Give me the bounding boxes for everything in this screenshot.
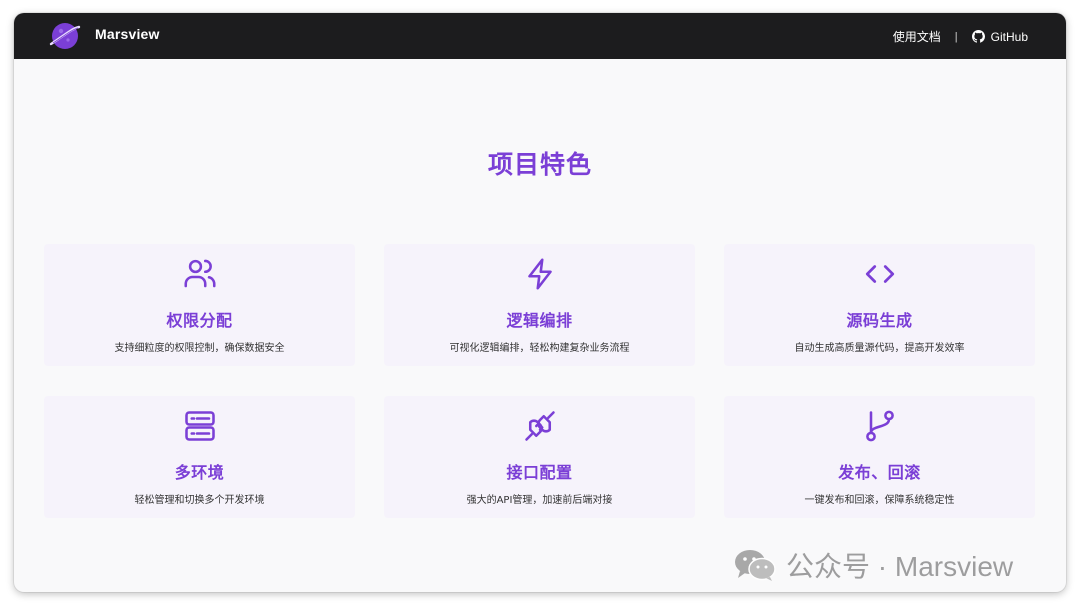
feature-desc: 一键发布和回滚，保障系统稳定性 (804, 495, 955, 506)
top-navbar: Marsview 使用文档 | GitHub (14, 13, 1066, 59)
feature-title: 源码生成 (846, 311, 913, 330)
feature-card-permissions[interactable]: 权限分配 支持细粒度的权限控制，确保数据安全 (44, 244, 355, 366)
feature-title: 发布、回滚 (838, 463, 921, 482)
brand-name[interactable]: Marsview (95, 26, 160, 42)
planet-logo-icon[interactable] (48, 20, 82, 52)
nav-links: 使用文档 | GitHub (893, 28, 1028, 45)
section-title: 项目特色 (487, 150, 592, 179)
github-icon (971, 30, 985, 43)
feature-card-api[interactable]: 接口配置 强大的API管理，加速前后端对接 (384, 396, 695, 518)
git-branch-icon (866, 410, 894, 442)
feature-desc: 可视化逻辑编排，轻松构建复杂业务流程 (449, 343, 630, 354)
feature-card-release[interactable]: 发布、回滚 一键发布和回滚，保障系统稳定性 (724, 396, 1035, 518)
lightning-icon (528, 258, 552, 290)
docs-link[interactable]: 使用文档 (893, 28, 941, 45)
wechat-icon (735, 550, 776, 581)
browser-window: Marsview 使用文档 | GitHub 项目特色 权限分配 支持细粒度的权… (14, 13, 1066, 592)
github-link-label: GitHub (990, 29, 1028, 44)
feature-card-environments[interactable]: 多环境 轻松管理和切换多个开发环境 (44, 396, 355, 518)
feature-title: 逻辑编排 (506, 311, 573, 330)
plug-icon (525, 411, 555, 441)
feature-title: 权限分配 (166, 311, 233, 330)
feature-title: 接口配置 (506, 463, 573, 482)
nav-separator: | (954, 30, 958, 43)
feature-desc: 强大的API管理，加速前后端对接 (466, 495, 613, 506)
watermark-text: 公众号 · Marsview (786, 551, 1014, 582)
server-icon (185, 411, 215, 441)
code-icon (865, 265, 895, 283)
feature-desc: 自动生成高质量源代码，提高开发效率 (794, 343, 965, 354)
users-icon (184, 259, 216, 288)
feature-card-logic[interactable]: 逻辑编排 可视化逻辑编排，轻松构建复杂业务流程 (384, 244, 695, 366)
feature-desc: 轻松管理和切换多个开发环境 (134, 495, 265, 506)
watermark: 公众号 · Marsview (734, 545, 1013, 585)
github-link[interactable]: GitHub (971, 29, 1028, 44)
feature-title: 多环境 (174, 463, 225, 482)
feature-card-codegen[interactable]: 源码生成 自动生成高质量源代码，提高开发效率 (724, 244, 1035, 366)
feature-desc: 支持细粒度的权限控制，确保数据安全 (114, 343, 285, 354)
